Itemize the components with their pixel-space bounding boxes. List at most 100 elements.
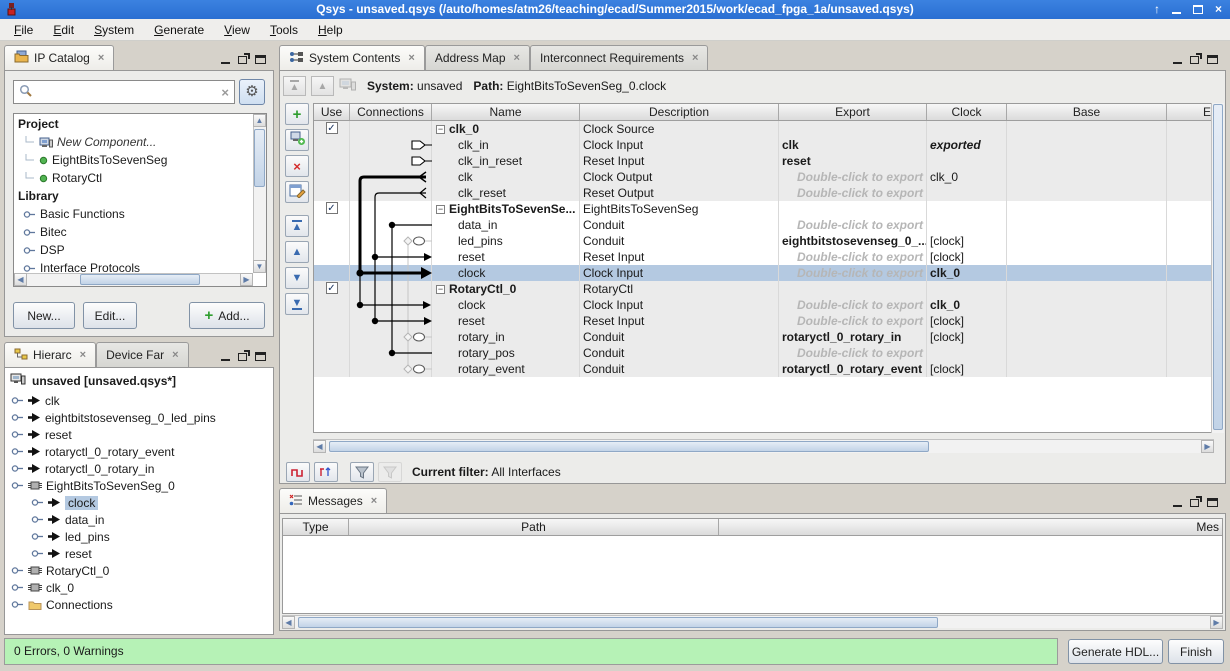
- export-cell[interactable]: [779, 201, 927, 217]
- scroll-right-icon[interactable]: ▶: [240, 273, 253, 286]
- panel-float-icon[interactable]: [238, 56, 247, 64]
- tree-handle-icon[interactable]: [11, 481, 24, 490]
- table-row[interactable]: clk_in_resetReset Inputreset: [314, 153, 1213, 169]
- add-component-button[interactable]: +: [285, 103, 309, 125]
- tab-close-icon[interactable]: ×: [408, 52, 414, 64]
- tree-handle-icon[interactable]: [11, 464, 24, 473]
- menu-file[interactable]: File: [4, 20, 43, 40]
- clear-filter-button[interactable]: [378, 462, 402, 482]
- tree-handle-icon[interactable]: [11, 600, 24, 609]
- scroll-right-icon[interactable]: ▶: [1201, 440, 1214, 453]
- hierarchy-item[interactable]: reset: [5, 426, 273, 443]
- menu-help[interactable]: Help: [308, 20, 353, 40]
- scrollbar-thumb[interactable]: [254, 129, 265, 187]
- scroll-down-icon[interactable]: ▼: [253, 260, 266, 273]
- table-row[interactable]: ✓−RotaryCtl_0RotaryCtl: [314, 281, 1213, 297]
- scrollbar-thumb[interactable]: [329, 441, 929, 452]
- scrollbar-thumb[interactable]: [298, 617, 938, 628]
- tree-handle-icon[interactable]: [11, 430, 24, 439]
- column-use[interactable]: Use: [314, 104, 350, 120]
- new-button[interactable]: New...: [13, 302, 75, 329]
- collapse-icon[interactable]: −: [436, 285, 445, 294]
- move-up-button[interactable]: ▲: [311, 76, 334, 96]
- maximize-button[interactable]: [1193, 5, 1203, 14]
- panel-maximize-icon[interactable]: [1207, 55, 1218, 64]
- scroll-up-icon[interactable]: ▲: [253, 114, 266, 127]
- finish-button[interactable]: Finish: [1168, 639, 1224, 664]
- move-up-button[interactable]: ▲: [285, 241, 309, 263]
- hierarchy-item[interactable]: EightBitsToSevenSeg_0: [5, 477, 273, 494]
- table-horizontal-scrollbar[interactable]: ◀ ▶: [313, 439, 1214, 453]
- export-cell[interactable]: Double-click to export: [779, 297, 927, 313]
- export-cell[interactable]: eightbitstosevenseg_0_...: [779, 233, 927, 249]
- move-top-button[interactable]: ▲: [285, 215, 309, 237]
- export-cell[interactable]: clk: [779, 137, 927, 153]
- tab-system-contents[interactable]: System Contents ×: [279, 45, 425, 70]
- column-base[interactable]: Base: [1007, 104, 1167, 120]
- shade-button[interactable]: ↑: [1154, 0, 1160, 19]
- ip-tree-item[interactable]: EightBitsToSevenSeg: [15, 151, 252, 169]
- tree-handle-icon[interactable]: [11, 413, 24, 422]
- hierarchy-item[interactable]: data_in: [5, 511, 273, 528]
- column-type[interactable]: Type: [283, 519, 349, 535]
- export-cell[interactable]: Double-click to export: [779, 185, 927, 201]
- tree-handle-icon[interactable]: [31, 498, 44, 507]
- add-button[interactable]: + Add...: [189, 302, 265, 329]
- generate-hdl-button[interactable]: Generate HDL...: [1068, 639, 1163, 664]
- menu-system[interactable]: System: [84, 20, 144, 40]
- move-down-button[interactable]: ▼: [285, 267, 309, 289]
- tab-ip-catalog[interactable]: IP Catalog ×: [4, 45, 114, 70]
- table-row[interactable]: data_inConduitDouble-click to export: [314, 217, 1213, 233]
- remove-button[interactable]: ×: [285, 155, 309, 177]
- panel-maximize-icon[interactable]: [1207, 498, 1218, 507]
- edit-button[interactable]: Edit...: [83, 302, 137, 329]
- ip-tree-item[interactable]: DSP: [15, 241, 252, 259]
- collapse-icon[interactable]: −: [436, 125, 445, 134]
- column-description[interactable]: Description: [580, 104, 779, 120]
- tree-handle-icon[interactable]: [31, 549, 44, 558]
- ip-tree-item[interactable]: Basic Functions: [15, 205, 252, 223]
- ip-tree-vertical-scrollbar[interactable]: ▲ ▼: [253, 114, 266, 273]
- panel-minimize-icon[interactable]: [1173, 499, 1182, 507]
- messages-horizontal-scrollbar[interactable]: ◀ ▶: [282, 615, 1223, 628]
- edit-item-button[interactable]: [285, 181, 309, 203]
- export-cell[interactable]: reset: [779, 153, 927, 169]
- table-row[interactable]: clockClock InputDouble-click to exportcl…: [314, 265, 1213, 281]
- ip-tree-horizontal-scrollbar[interactable]: ◀ ▶: [14, 273, 253, 286]
- table-row[interactable]: ✓−EightBitsToSevenSe...EightBitsToSevenS…: [314, 201, 1213, 217]
- table-row[interactable]: led_pinsConduiteightbitstosevenseg_0_...…: [314, 233, 1213, 249]
- export-cell[interactable]: Double-click to export: [779, 265, 927, 281]
- panel-minimize-icon[interactable]: [1173, 56, 1182, 64]
- table-row[interactable]: clkClock OutputDouble-click to exportclk…: [314, 169, 1213, 185]
- scrollbar-thumb[interactable]: [1213, 104, 1223, 430]
- search-clear-icon[interactable]: ×: [221, 85, 229, 100]
- column-connections[interactable]: Connections: [350, 104, 432, 120]
- menu-tools[interactable]: Tools: [260, 20, 308, 40]
- panel-float-icon[interactable]: [1190, 499, 1199, 507]
- hierarchy-item[interactable]: eightbitstosevenseg_0_led_pins: [5, 409, 273, 426]
- move-up-top-button[interactable]: ▲: [283, 76, 306, 96]
- panel-minimize-icon[interactable]: [221, 56, 230, 64]
- export-cell[interactable]: Double-click to export: [779, 345, 927, 361]
- export-cell[interactable]: Double-click to export: [779, 217, 927, 233]
- tab-interconnect-requirements[interactable]: Interconnect Requirements ×: [530, 45, 709, 70]
- export-cell[interactable]: [779, 121, 927, 137]
- hierarchy-item[interactable]: clock: [5, 494, 273, 511]
- hierarchy-item[interactable]: Connections: [5, 596, 273, 613]
- ip-tree-item[interactable]: New Component...: [15, 133, 252, 151]
- move-bottom-button[interactable]: ▼: [285, 293, 309, 315]
- scroll-left-icon[interactable]: ◀: [282, 616, 295, 629]
- minimize-button[interactable]: [1172, 5, 1181, 14]
- tree-handle-icon[interactable]: [11, 447, 24, 456]
- gear-icon[interactable]: ⚙: [239, 79, 265, 105]
- table-row[interactable]: rotary_inConduitrotaryctl_0_rotary_in[cl…: [314, 329, 1213, 345]
- table-row[interactable]: rotary_posConduitDouble-click to export: [314, 345, 1213, 361]
- scroll-right-icon[interactable]: ▶: [1210, 616, 1223, 629]
- hierarchy-item[interactable]: RotaryCtl_0: [5, 562, 273, 579]
- tab-close-icon[interactable]: ×: [692, 52, 698, 64]
- tab-device-family[interactable]: Device Far ×: [96, 342, 188, 367]
- column-clock[interactable]: Clock: [927, 104, 1007, 120]
- tab-close-icon[interactable]: ×: [514, 52, 520, 64]
- tab-messages[interactable]: Messages ×: [279, 488, 387, 513]
- scroll-left-icon[interactable]: ◀: [14, 273, 27, 286]
